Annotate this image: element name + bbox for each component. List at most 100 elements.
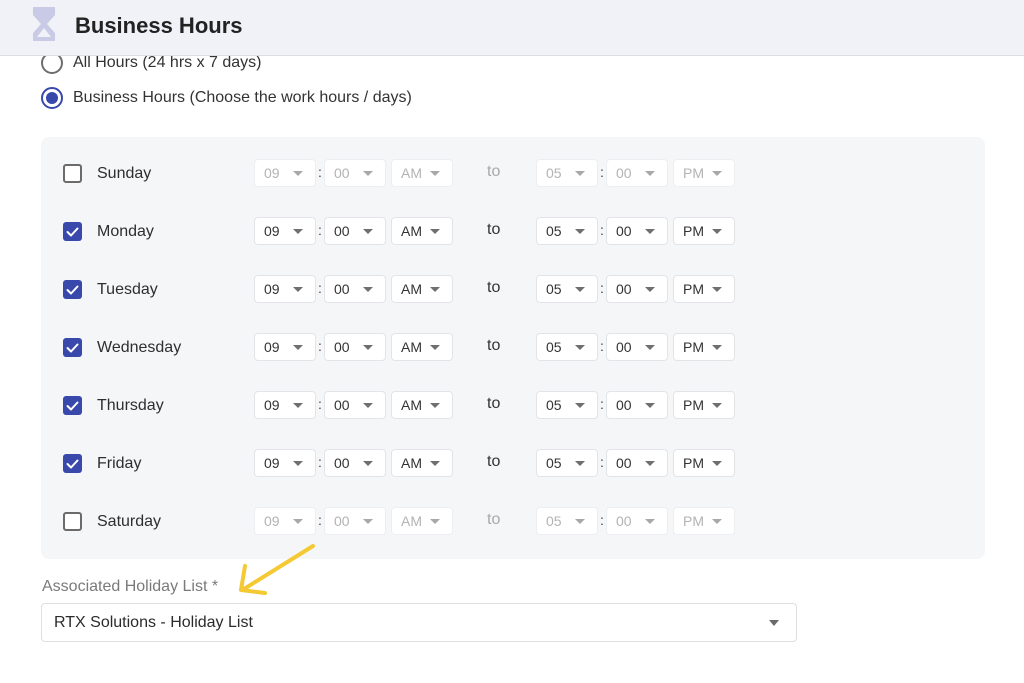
start-minute-select[interactable]: 00 — [324, 391, 386, 419]
chevron-down-icon — [645, 461, 655, 466]
chevron-down-icon — [712, 229, 722, 234]
end-minute-value: 00 — [616, 281, 632, 297]
chevron-down-icon — [645, 345, 655, 350]
start-hour-value: 09 — [264, 281, 280, 297]
schedule-panel: Sunday 09:00 AM to 05:00 PM Monday 09:00 AM to 05:… — [41, 137, 985, 559]
end-minute-select[interactable]: 00 — [606, 333, 668, 361]
day-checkbox[interactable] — [63, 222, 82, 241]
start-minute-select[interactable]: 00 — [324, 507, 386, 535]
end-hour-select[interactable]: 05 — [536, 217, 598, 245]
start-hour-select[interactable]: 09 — [254, 275, 316, 303]
start-hour-select[interactable]: 09 — [254, 217, 316, 245]
day-row-saturday: Saturday 09:00 AM to 05:00 PM — [41, 507, 985, 537]
start-hour-value: 09 — [264, 513, 280, 529]
chevron-down-icon — [293, 287, 303, 292]
to-label: to — [487, 279, 501, 296]
day-checkbox[interactable] — [63, 512, 82, 531]
start-hour-select[interactable]: 09 — [254, 449, 316, 477]
end-ampm-value: PM — [683, 397, 704, 413]
end-ampm-select[interactable]: PM — [673, 449, 735, 477]
start-hour-select[interactable]: 09 — [254, 391, 316, 419]
start-ampm-select[interactable]: AM — [391, 275, 453, 303]
chevron-down-icon — [430, 287, 440, 292]
to-label: to — [487, 511, 501, 528]
end-hour-select[interactable]: 05 — [536, 159, 598, 187]
end-hour-select[interactable]: 05 — [536, 507, 598, 535]
chevron-down-icon — [712, 403, 722, 408]
start-minute-select[interactable]: 00 — [324, 159, 386, 187]
end-ampm-select[interactable]: PM — [673, 507, 735, 535]
end-hour-select[interactable]: 05 — [536, 275, 598, 303]
start-ampm-value: AM — [401, 165, 422, 181]
start-hour-value: 09 — [264, 455, 280, 471]
chevron-down-icon — [575, 287, 585, 292]
start-ampm-select[interactable]: AM — [391, 159, 453, 187]
day-checkbox[interactable] — [63, 164, 82, 183]
day-row-monday: Monday 09:00 AM to 05:00 PM — [41, 217, 985, 247]
end-minute-value: 00 — [616, 397, 632, 413]
chevron-down-icon — [363, 287, 373, 292]
start-ampm-select[interactable]: AM — [391, 391, 453, 419]
end-ampm-select[interactable]: PM — [673, 217, 735, 245]
end-ampm-select[interactable]: PM — [673, 275, 735, 303]
end-minute-select[interactable]: 00 — [606, 391, 668, 419]
end-minute-select[interactable]: 00 — [606, 507, 668, 535]
time-separator: : — [600, 280, 604, 296]
end-ampm-value: PM — [683, 513, 704, 529]
start-ampm-select[interactable]: AM — [391, 333, 453, 361]
day-checkbox[interactable] — [63, 396, 82, 415]
day-label: Tuesday — [97, 281, 158, 298]
start-minute-select[interactable]: 00 — [324, 333, 386, 361]
end-ampm-select[interactable]: PM — [673, 391, 735, 419]
time-separator: : — [318, 454, 322, 470]
day-row-thursday: Thursday 09:00 AM to 05:00 PM — [41, 391, 985, 421]
end-hour-value: 05 — [546, 513, 562, 529]
start-minute-select[interactable]: 00 — [324, 275, 386, 303]
start-minute-value: 00 — [334, 513, 350, 529]
end-hour-select[interactable]: 05 — [536, 333, 598, 361]
day-checkbox[interactable] — [63, 338, 82, 357]
start-ampm-select[interactable]: AM — [391, 507, 453, 535]
end-ampm-select[interactable]: PM — [673, 333, 735, 361]
chevron-down-icon — [293, 229, 303, 234]
time-separator: : — [600, 222, 604, 238]
check-icon — [66, 401, 79, 410]
start-hour-value: 09 — [264, 397, 280, 413]
end-hour-value: 05 — [546, 397, 562, 413]
start-minute-select[interactable]: 00 — [324, 217, 386, 245]
start-ampm-select[interactable]: AM — [391, 449, 453, 477]
time-separator: : — [600, 164, 604, 180]
start-minute-value: 00 — [334, 455, 350, 471]
chevron-down-icon — [430, 229, 440, 234]
chevron-down-icon — [645, 171, 655, 176]
start-hour-select[interactable]: 09 — [254, 507, 316, 535]
radio-business-hours[interactable]: Business Hours (Choose the work hours / … — [41, 87, 412, 109]
start-hour-select[interactable]: 09 — [254, 159, 316, 187]
holiday-list-select[interactable]: RTX Solutions - Holiday List — [41, 603, 797, 642]
start-hour-select[interactable]: 09 — [254, 333, 316, 361]
start-hour-value: 09 — [264, 223, 280, 239]
time-separator: : — [318, 280, 322, 296]
chevron-down-icon — [430, 403, 440, 408]
chevron-down-icon — [575, 345, 585, 350]
start-ampm-select[interactable]: AM — [391, 217, 453, 245]
end-minute-select[interactable]: 00 — [606, 449, 668, 477]
day-checkbox[interactable] — [63, 454, 82, 473]
day-label: Thursday — [97, 397, 164, 414]
start-minute-select[interactable]: 00 — [324, 449, 386, 477]
to-label: to — [487, 453, 501, 470]
end-hour-value: 05 — [546, 281, 562, 297]
radio-button[interactable] — [41, 87, 63, 109]
end-minute-select[interactable]: 00 — [606, 275, 668, 303]
end-hour-select[interactable]: 05 — [536, 391, 598, 419]
chevron-down-icon — [575, 171, 585, 176]
end-ampm-select[interactable]: PM — [673, 159, 735, 187]
end-ampm-value: PM — [683, 281, 704, 297]
day-checkbox[interactable] — [63, 280, 82, 299]
time-separator: : — [600, 512, 604, 528]
chevron-down-icon — [363, 519, 373, 524]
end-hour-select[interactable]: 05 — [536, 449, 598, 477]
end-minute-select[interactable]: 00 — [606, 217, 668, 245]
time-separator: : — [318, 396, 322, 412]
end-minute-select[interactable]: 00 — [606, 159, 668, 187]
